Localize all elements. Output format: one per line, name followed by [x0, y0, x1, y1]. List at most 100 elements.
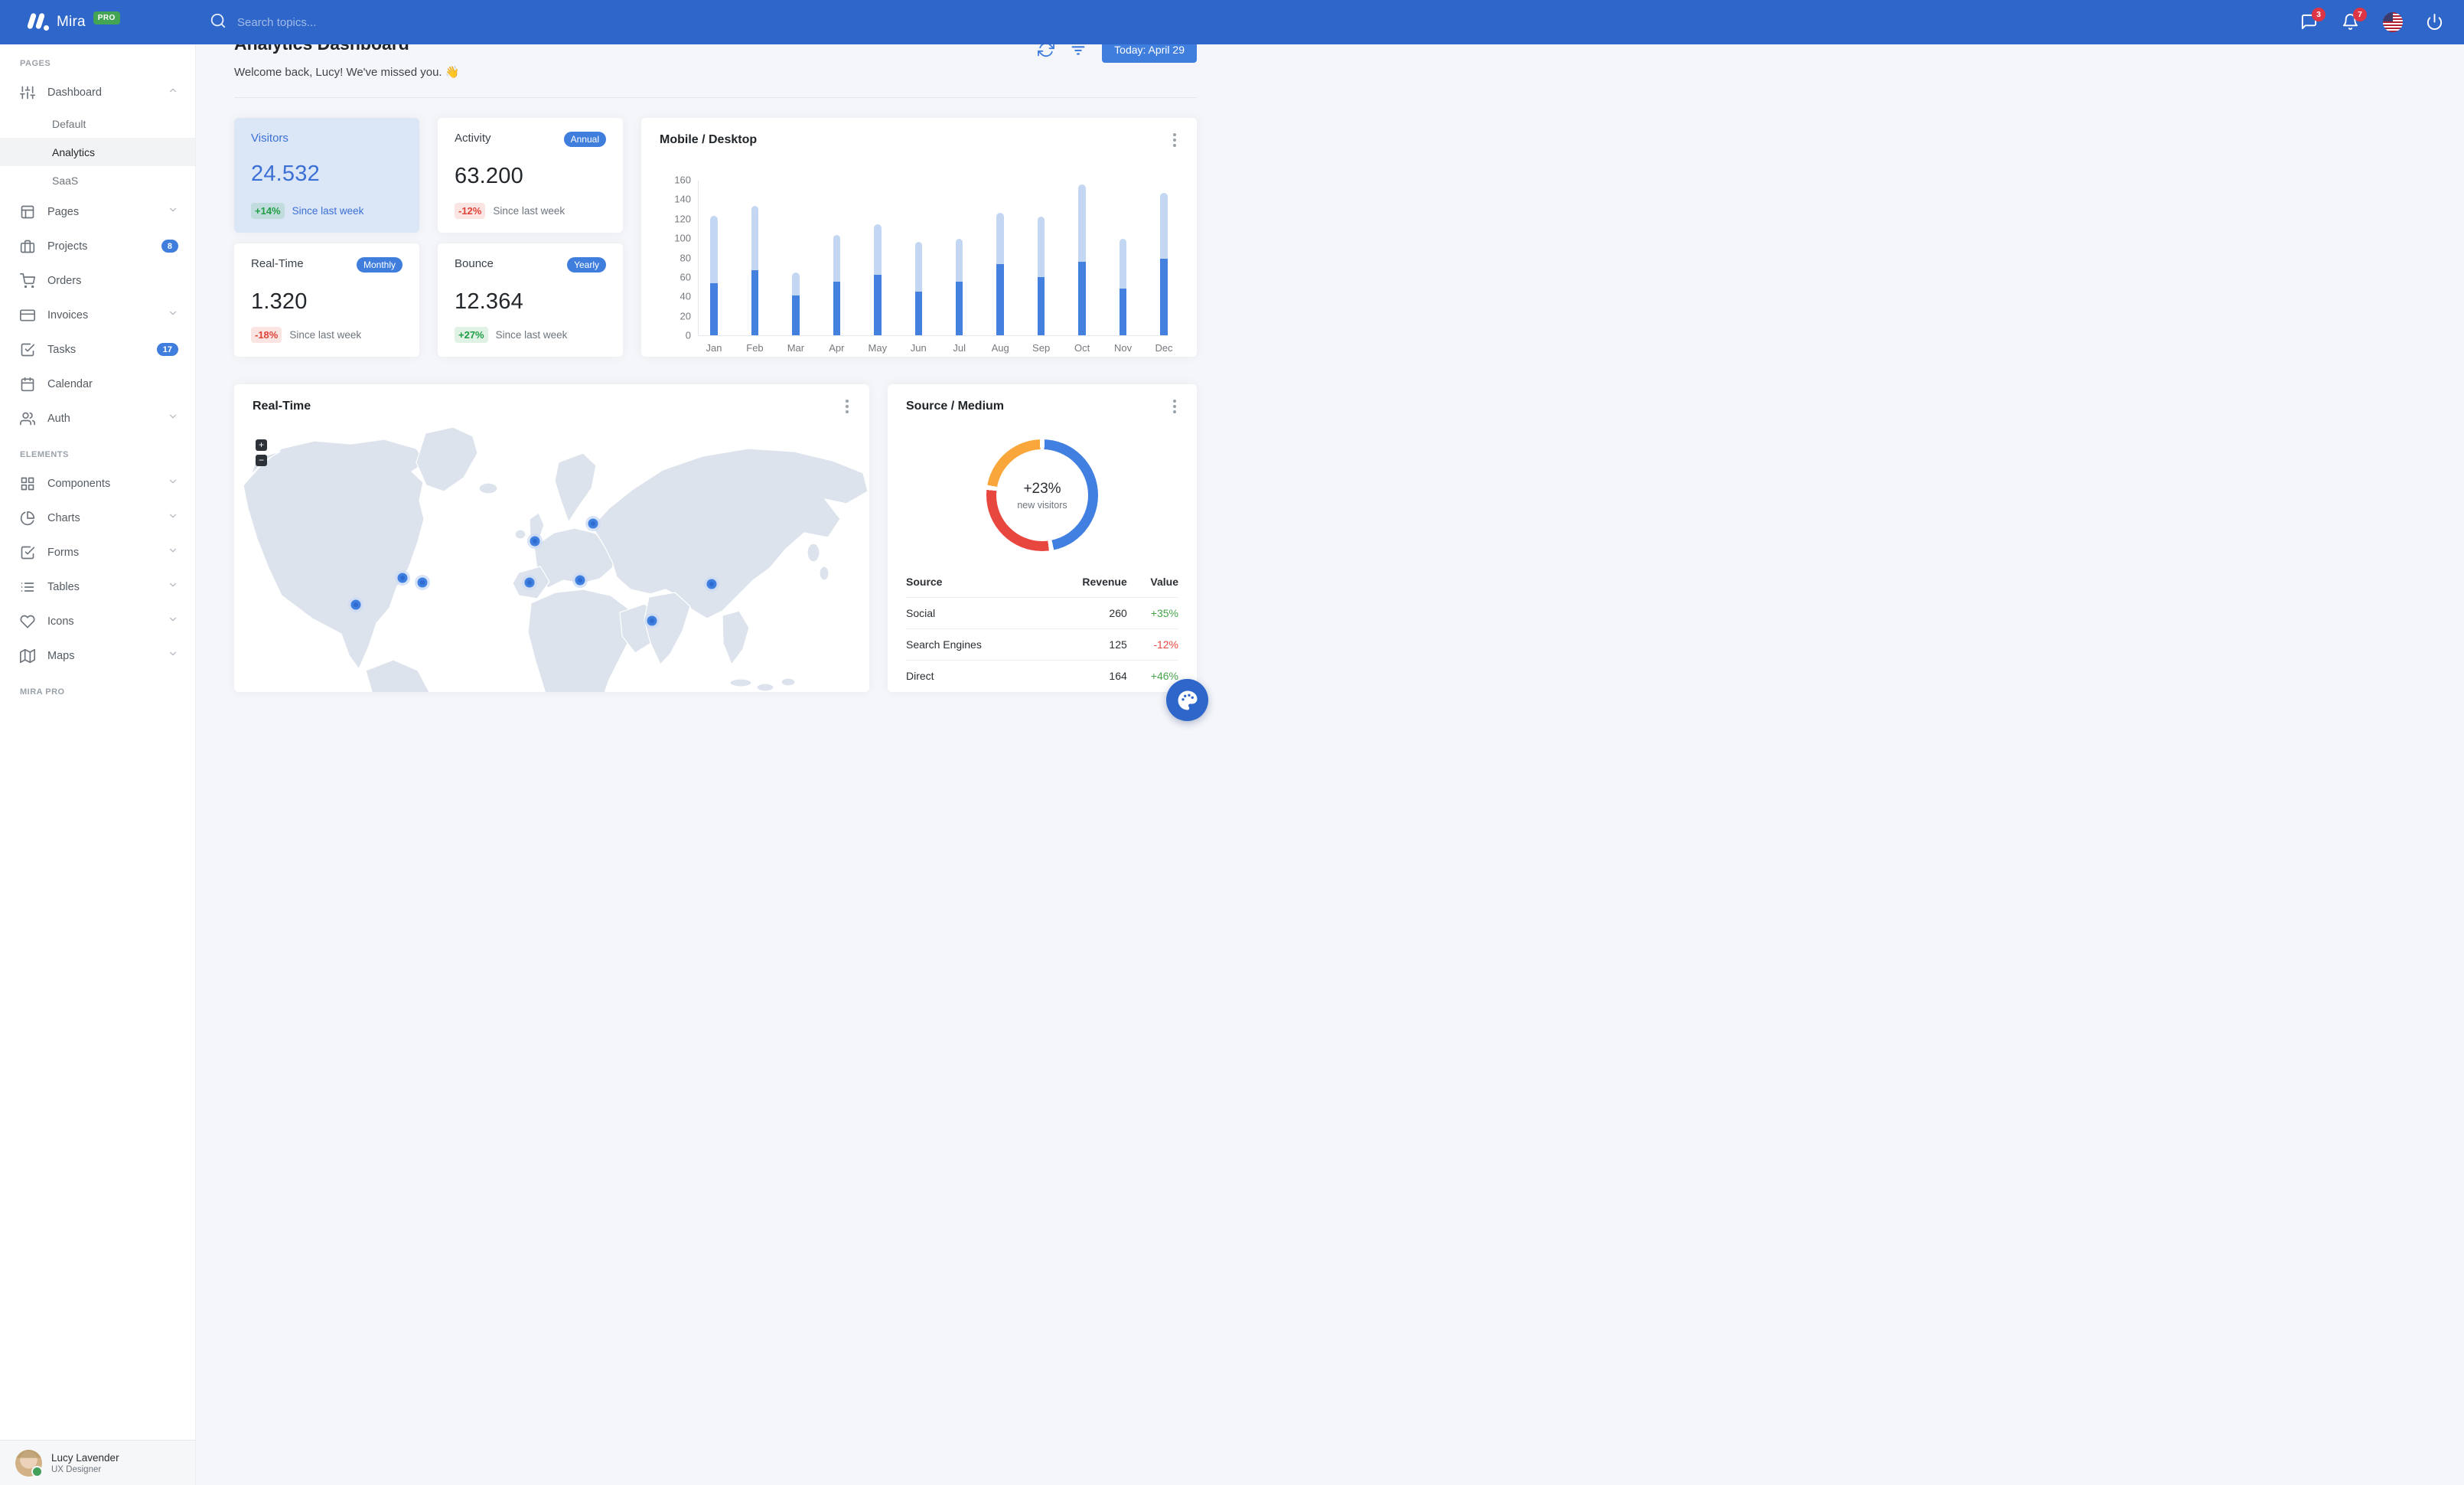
sidebar-item-orders[interactable]: Orders	[0, 263, 195, 298]
sidebar-item-invoices[interactable]: Invoices	[0, 298, 195, 332]
language-flag-us-icon[interactable]	[2383, 12, 2403, 32]
cell-revenue: 260	[1045, 597, 1127, 629]
chevron-down-icon	[168, 579, 178, 594]
stat-change-chip: -18%	[251, 327, 282, 343]
users-icon	[20, 411, 36, 426]
map-marker-us-west[interactable]	[348, 597, 363, 612]
cell-source: Search Engines	[906, 628, 1045, 661]
map-marker-iberia[interactable]	[522, 575, 537, 590]
bar-sep[interactable]	[1037, 217, 1045, 335]
theme-settings-fab[interactable]	[1166, 679, 1208, 721]
bar-nov[interactable]	[1119, 239, 1127, 335]
stat-value: 24.532	[251, 162, 320, 186]
chevron-down-icon	[168, 511, 178, 525]
bar-jun[interactable]	[914, 242, 923, 335]
bar-jan[interactable]	[710, 215, 718, 335]
stat-title: Bounce	[455, 257, 494, 270]
x-axis-label: Oct	[1074, 342, 1090, 354]
map-marker-us-east[interactable]	[415, 575, 430, 590]
x-axis-label: Jan	[706, 342, 722, 354]
stat-value: 12.364	[455, 289, 523, 314]
check-square-icon	[20, 545, 35, 560]
stat-note: Since last week	[495, 329, 568, 341]
sidebar-item-calendar[interactable]: Calendar	[0, 367, 195, 401]
sidebar-item-forms[interactable]: Forms	[0, 535, 195, 570]
sidebar-section-label: PAGES	[20, 59, 51, 68]
table-row[interactable]: Social 260 +35%	[906, 597, 1178, 629]
bar-jul[interactable]	[955, 239, 963, 335]
table-header-revenue: Revenue	[1082, 576, 1127, 588]
source-menu-button[interactable]	[1168, 398, 1181, 415]
search-input[interactable]	[237, 15, 467, 29]
shopping-cart-icon	[20, 273, 36, 289]
sidebar-item-label: Charts	[47, 511, 80, 524]
sidebar-subitem-saas[interactable]: SaaS	[0, 166, 195, 194]
map-marker-turkey[interactable]	[572, 573, 588, 588]
sliders-icon	[20, 85, 36, 100]
messages-button[interactable]: 3	[2300, 8, 2325, 31]
bar-oct[interactable]	[1078, 184, 1086, 335]
map-marker-china-east[interactable]	[704, 576, 719, 592]
map-zoom-in-button[interactable]: +	[256, 439, 267, 451]
sidebar-item-charts[interactable]: Charts	[0, 501, 195, 535]
table-row[interactable]: Search Engines 125 -12%	[906, 628, 1178, 661]
sidebar-item-auth[interactable]: Auth	[0, 401, 195, 436]
stat-period-badge[interactable]: Yearly	[567, 257, 606, 273]
notifications-button[interactable]: 7	[2342, 8, 2367, 31]
sidebar-user[interactable]: Lucy Lavender UX Designer	[0, 1440, 195, 1485]
stat-period-badge[interactable]: Monthly	[356, 257, 403, 273]
sidebar-item-label: Pages	[47, 205, 80, 218]
sidebar-item-maps[interactable]: Maps	[0, 638, 195, 673]
stat-period-badge[interactable]: Annual	[563, 132, 606, 147]
cell-revenue: 125	[1045, 628, 1127, 661]
map-marker-uk[interactable]	[527, 534, 543, 549]
calendar-icon	[20, 377, 35, 392]
y-axis-tick: 80	[680, 252, 691, 263]
map-marker-russia-west[interactable]	[585, 516, 601, 531]
sidebar-item-components[interactable]: Components	[0, 466, 195, 501]
sidebar-item-icons[interactable]: Icons	[0, 604, 195, 638]
sidebar-item-tables[interactable]: Tables	[0, 570, 195, 604]
stat-note: Since last week	[289, 329, 362, 341]
bar-dec[interactable]	[1160, 192, 1168, 335]
x-axis-label: Nov	[1113, 342, 1133, 354]
y-axis-tick: 60	[680, 271, 691, 283]
sidebar-item-projects[interactable]: Projects 8	[0, 229, 195, 263]
sidebar-item-pages[interactable]: Pages	[0, 194, 195, 229]
sidebar-item-dashboard[interactable]: Dashboard	[0, 75, 195, 109]
map-marker-us-central[interactable]	[395, 570, 410, 586]
brand[interactable]: Mira PRO	[0, 11, 170, 32]
cell-revenue: 164	[1045, 660, 1127, 691]
bar-mar[interactable]	[792, 272, 800, 335]
map-marker-india-north[interactable]	[644, 613, 660, 628]
logout-button[interactable]	[2426, 13, 2444, 31]
donut-center-value: +23%	[1023, 480, 1061, 497]
y-axis-tick: 40	[680, 290, 691, 302]
chevron-down-icon	[168, 476, 178, 491]
sidebar-item-tasks[interactable]: Tasks 17	[0, 332, 195, 367]
stat-card-real-time: Real-Time Monthly 1.320 -18% Since last week	[234, 243, 419, 357]
sidebar-item-label: Invoices	[47, 308, 89, 321]
bar-feb[interactable]	[751, 206, 759, 335]
chart-menu-button[interactable]	[1168, 132, 1181, 148]
sidebar-subitem-default[interactable]: Default	[0, 109, 195, 138]
bar-aug[interactable]	[996, 213, 1004, 335]
table-row[interactable]: Direct 164 +46%	[906, 660, 1178, 691]
map-menu-button[interactable]	[840, 398, 854, 415]
sidebar-subitem-analytics[interactable]: Analytics	[0, 138, 195, 166]
mobile-desktop-chart-card: Mobile / Desktop 0 20 40 60 80 100 120 140 160 Ja…	[641, 118, 1197, 357]
bar-apr[interactable]	[833, 235, 841, 335]
donut-chart: +23% new visitors	[986, 439, 1098, 551]
map-title: Real-Time	[253, 400, 311, 413]
x-axis-label: Apr	[829, 342, 845, 354]
main-content: Analytics Dashboard Welcome back, Lucy! …	[196, 0, 1232, 692]
realtime-map-card: Real-Time + −	[234, 384, 869, 692]
header-divider	[234, 97, 1197, 98]
item-count-badge: 17	[156, 343, 178, 356]
map-zoom-out-button[interactable]: −	[256, 455, 267, 466]
sidebar-item-label: Components	[47, 477, 111, 490]
bar-may[interactable]	[874, 224, 882, 335]
search-icon	[210, 12, 227, 33]
sidebar-item-label: Tables	[47, 580, 80, 593]
world-map[interactable]	[234, 418, 869, 692]
